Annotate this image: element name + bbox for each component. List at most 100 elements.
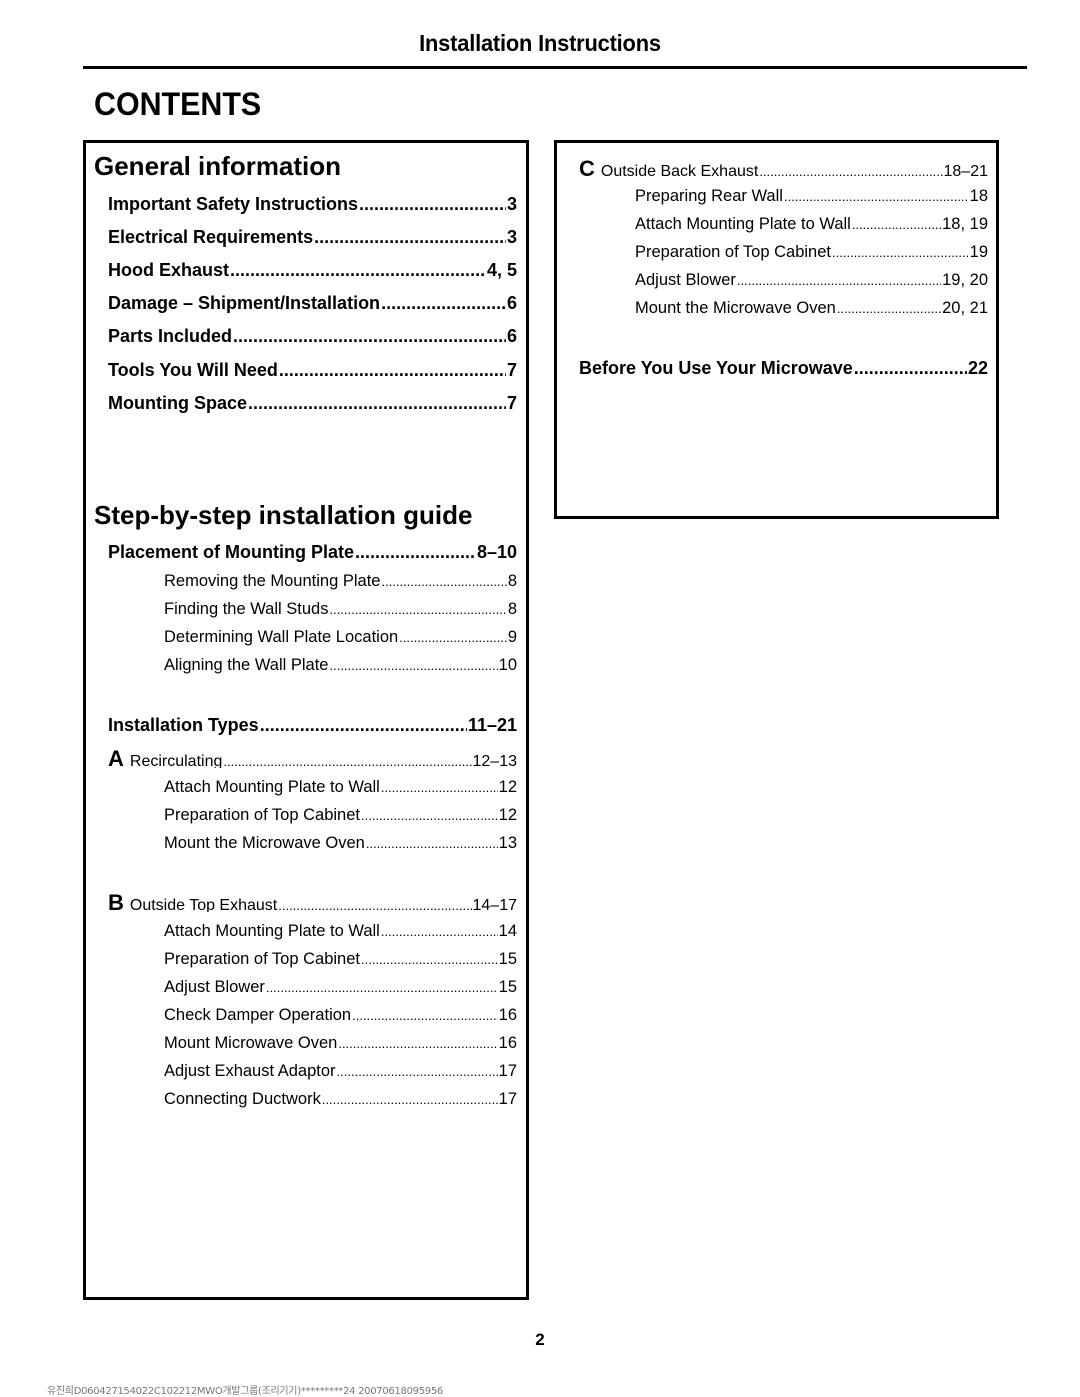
toc-entry-page: 12 [498,806,517,824]
dot-leader [314,227,506,248]
toc-subentry[interactable]: Preparation of Top Cabinet 15 [164,950,517,972]
toc-subentry[interactable]: Adjust Blower 15 [164,978,517,1000]
header-rule [83,66,1027,69]
toc-subentry[interactable]: Aligning the Wall Plate 10 [164,656,517,678]
toc-subentry[interactable]: Mount the Microwave Oven 20, 21 [635,299,988,321]
dot-leader [278,898,471,912]
type-letter: A [108,746,124,768]
toc-entry-page: 14 [498,922,517,940]
toc-entry-label: Mount the Microwave Oven [164,834,365,852]
toc-entry-page: 10 [498,656,517,674]
toc-entry-page: 19, 20 [942,271,988,289]
toc-type-c[interactable]: C Outside Back Exhaust 18–21 [579,156,988,178]
toc-subentry[interactable]: Preparing Rear Wall 18 [635,187,988,209]
toc-entry[interactable]: Damage – Shipment/Installation 6 [108,293,517,317]
toc-entry-page: 8 [507,600,517,618]
toc-type-b[interactable]: B Outside Top Exhaust 14–17 [108,890,517,912]
toc-entry-label: Hood Exhaust [108,260,230,280]
toc-entry-label: Outside Top Exhaust [129,897,278,912]
dot-leader [759,164,942,178]
toc-subentry[interactable]: Connecting Ductwork 17 [164,1090,517,1112]
toc-entry[interactable]: Tools You Will Need 7 [108,360,517,384]
toc-entry-label: Attach Mounting Plate to Wall [635,215,851,233]
toc-subentry[interactable]: Preparation of Top Cabinet 12 [164,806,517,828]
toc-entry-placement[interactable]: Placement of Mounting Plate 8–10 [108,542,517,566]
dot-leader [832,245,969,260]
toc-entry-label: Mount the Microwave Oven [635,299,836,317]
toc-subentry[interactable]: Mount Microwave Oven 16 [164,1034,517,1056]
toc-entry-label: Installation Types [108,715,259,735]
dot-leader [248,393,506,414]
toc-entry-label: Finding the Wall Studs [164,600,329,618]
toc-entry-page: 16 [498,1034,517,1052]
toc-subentry[interactable]: Determining Wall Plate Location 9 [164,628,517,650]
dot-leader [355,542,476,563]
toc-entry[interactable]: Electrical Requirements 3 [108,227,517,251]
dot-leader [322,1092,498,1107]
dot-leader [837,301,941,316]
dot-leader [852,217,941,232]
dot-leader [260,715,467,736]
toc-entry-page: 14–17 [472,897,518,912]
dot-leader [352,1008,498,1023]
toc-entry-page: 18 [969,187,988,205]
toc-entry[interactable]: Mounting Space 7 [108,393,517,417]
toc-subentry[interactable]: Removing the Mounting Plate 8 [164,572,517,594]
toc-entry-page: 12 [498,778,517,796]
toc-entry-page: 15 [498,978,517,996]
toc-entry[interactable]: Important Safety Instructions 3 [108,194,517,218]
toc-entry-label: Adjust Exhaust Adaptor [164,1062,336,1080]
toc-entry-label: Parts Included [108,326,233,346]
toc-subentry[interactable]: Attach Mounting Plate to Wall 18, 19 [635,215,988,237]
toc-entry-page: 6 [506,293,517,313]
toc-subentry[interactable]: Check Damper Operation 16 [164,1006,517,1028]
toc-entry-page: 16 [498,1006,517,1024]
toc-entry-label: Mounting Space [108,393,247,413]
header-title: Installation Instructions [419,30,661,56]
dot-leader [266,980,498,995]
toc-entry-label: Before You Use Your Microwave [579,358,853,378]
toc-entry-label: Determining Wall Plate Location [164,628,399,646]
toc-entry-page: 9 [507,628,517,646]
dot-leader [338,1036,497,1051]
dot-leader [329,658,497,673]
toc-subentry[interactable]: Preparation of Top Cabinet 19 [635,243,988,265]
dot-leader [737,273,941,288]
toc-entry-label: Preparation of Top Cabinet [635,243,831,261]
toc-entry-label: Aligning the Wall Plate [164,656,329,674]
toc-entry[interactable]: Hood Exhaust 4, 5 [108,260,517,284]
dot-leader [223,754,471,768]
toc-entry-label: Preparing Rear Wall [635,187,783,205]
toc-subentry[interactable]: Attach Mounting Plate to Wall 12 [164,778,517,800]
type-letter: C [579,156,595,178]
toc-entry[interactable]: Parts Included 6 [108,326,517,350]
toc-entry-page: 15 [498,950,517,968]
toc-entry-label: Outside Back Exhaust [600,163,759,178]
type-letter: B [108,890,124,912]
toc-entry-label: Check Damper Operation [164,1006,352,1024]
toc-entry-page: 8 [507,572,517,590]
toc-entry-label: Important Safety Instructions [108,194,359,214]
toc-subentry[interactable]: Attach Mounting Plate to Wall 14 [164,922,517,944]
page-number: 2 [535,1330,545,1349]
toc-entry-label: Adjust Blower [635,271,736,289]
dot-leader [381,780,498,795]
toc-entry-label: Placement of Mounting Plate [108,542,355,562]
dot-leader [337,1064,498,1079]
toc-entry-page: 11–21 [467,715,517,735]
toc-subentry[interactable]: Adjust Blower 19, 20 [635,271,988,293]
toc-type-a[interactable]: A Recirculating 12–13 [108,746,517,768]
toc-entry-page: 7 [506,360,517,380]
toc-subentry[interactable]: Mount the Microwave Oven 13 [164,834,517,856]
toc-entry-installation-types[interactable]: Installation Types 11–21 [108,715,517,739]
toc-entry-page: 3 [506,227,517,247]
toc-subentry[interactable]: Finding the Wall Studs 8 [164,600,517,622]
toc-entry-before-use[interactable]: Before You Use Your Microwave 22 [579,358,988,382]
dot-leader [230,260,486,281]
toc-subentry[interactable]: Adjust Exhaust Adaptor 17 [164,1062,517,1084]
dot-leader [233,326,506,347]
toc-entry-page: 7 [506,393,517,413]
toc-entry-page: 3 [506,194,517,214]
toc-entry-page: 18–21 [943,163,989,178]
toc-entry-label: Attach Mounting Plate to Wall [164,778,380,796]
